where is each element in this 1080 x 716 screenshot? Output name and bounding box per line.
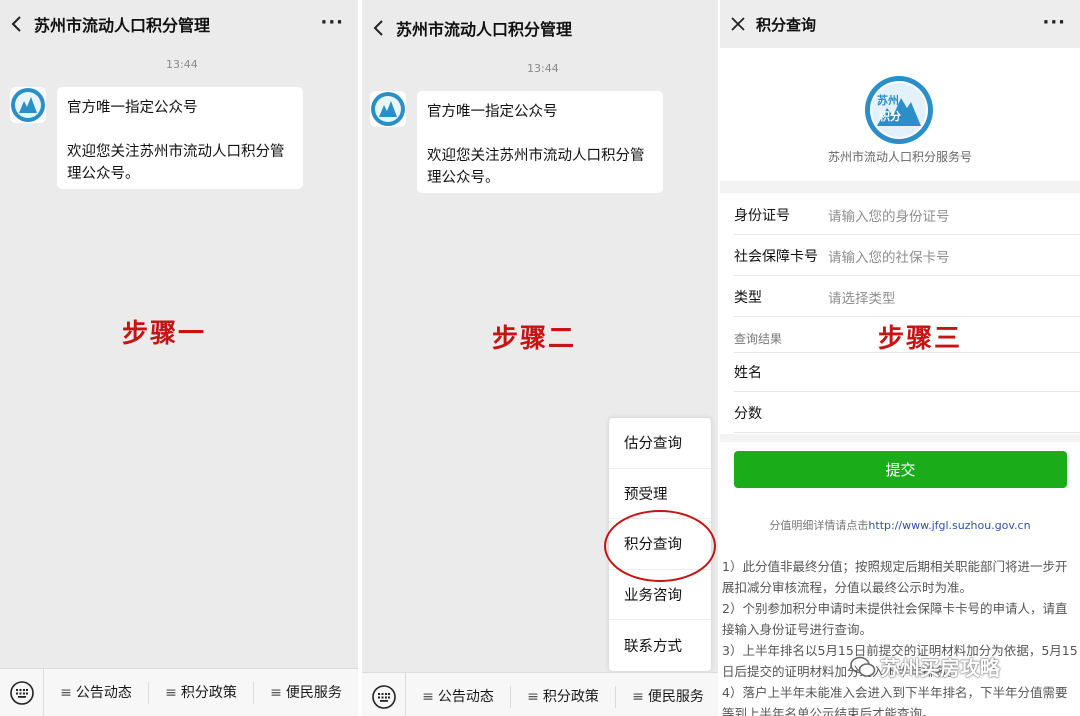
top-bar: 苏州市流动人口积分管理 [362,4,720,52]
menu-public-services[interactable]: ≡ 便民服务 [254,682,358,704]
account-logo-icon [11,88,45,122]
type-label: 类型 [734,289,762,306]
more-button[interactable]: ··· [320,12,344,33]
message-timestamp: 13:44 [166,58,198,71]
chevron-left-icon [11,16,21,32]
step-label: 步骤二 [492,324,577,354]
message-line-2a: 欢迎您关注苏州市流动人口积分管 [427,148,645,164]
note-item: 4）落户上半年未能准入会进入到下半年排名，下半年分值需要等到上半年名单公示结束后… [722,685,1068,716]
close-button[interactable] [720,0,756,48]
message-line-2a: 欢迎您关注苏州市流动人口积分管 [67,144,285,160]
menu-lines-icon: ≡ [527,688,539,705]
welcome-message-bubble: 官方唯一指定公众号 欢迎您关注苏州市流动人口积分管 理公众号。 [417,91,663,193]
name-label: 姓名 [734,365,762,381]
submenu-item-pre-accept[interactable]: 预受理 [609,469,711,519]
id-number-row: 身份证号 请输入您的身份证号 [734,195,1080,235]
more-button[interactable]: ··· [1042,12,1066,33]
social-security-label: 社会保障卡号 [734,248,818,265]
close-icon [731,17,745,31]
submit-button[interactable]: 提交 [734,451,1067,488]
menu-points-policy[interactable]: ≡ 积分政策 [149,681,254,704]
result-section-label: 查询结果 [734,332,783,346]
score-label: 分数 [734,405,762,422]
submenu-item-points-query[interactable]: 积分查询 [609,519,711,570]
id-number-label: 身份证号 [734,207,790,224]
account-title: 苏州市流动人口积分管理 [396,20,573,39]
menu-lines-icon: ≡ [422,688,434,705]
watermark: 苏州买房攻略 [850,652,1000,681]
message-line-2b: 理公众号。 [67,166,140,182]
watermark-text: 苏州买房攻略 [880,656,1000,680]
detail-link[interactable]: http://www.jfgl.suzhou.gov.cn [868,519,1030,532]
page-title: 积分查询 [756,15,817,34]
panel-step-three: 积分查询 ··· 苏州 积分 苏州市流动人口积分服务号 身份证号 请输入您的身份… [720,0,1080,716]
logo-text-top: 苏州 [877,93,899,107]
name-row: 姓名 [734,352,1080,392]
submenu-item-estimate[interactable]: 估分查询 [609,418,711,469]
account-title: 苏州市流动人口积分管理 [34,16,211,35]
chevron-left-icon [373,20,383,36]
submenu-popup: 估分查询 预受理 积分查询 业务咨询 联系方式 [609,418,711,671]
top-bar: 苏州市流动人口积分管理 ··· [0,0,358,48]
back-button[interactable] [0,0,34,48]
id-number-input[interactable]: 请输入您的身份证号 [828,205,950,225]
step-label: 步骤一 [122,319,207,349]
menu-lines-icon: ≡ [165,684,177,701]
section-separator [720,434,1080,442]
service-logo-icon: 苏州 积分 [865,76,933,144]
account-logo-icon [371,92,405,126]
message-line-2b: 理公众号。 [427,170,500,186]
menu-announcements[interactable]: ≡ 公告动态 [406,685,511,708]
bottom-menu-bar: ≡ 公告动态 ≡ 积分政策 ≡ 便民服务 [0,668,358,716]
type-row: 类型 请选择类型 [734,277,1080,317]
bottom-menu: ≡ 公告动态 ≡ 积分政策 ≡ 便民服务 [406,685,720,708]
type-select[interactable]: 请选择类型 [828,287,896,307]
message-timestamp: 13:44 [527,62,559,75]
menu-public-services[interactable]: ≡ 便民服务 [616,686,720,708]
note-item: 2）个别参加积分申请时未提供社会保障卡卡号的申请人，请直接输入身份证号进行查询。 [722,601,1068,637]
wechat-logo-icon [850,656,876,677]
submenu-item-contact[interactable]: 联系方式 [609,620,711,671]
detail-hint: 分值明细详情请点击http://www.jfgl.suzhou.gov.cn [769,519,1031,532]
keyboard-toggle-button[interactable] [0,668,44,716]
bottom-menu: ≡ 公告动态 ≡ 积分政策 ≡ 便民服务 [44,681,358,704]
menu-lines-icon: ≡ [632,688,644,705]
service-name: 苏州市流动人口积分服务号 [827,150,972,164]
panel-divider [718,0,720,716]
notes-list: 1）此分值非最终分值；按照规定后期相关职能部门将进一步开展扣减分审核流程，分值以… [720,556,1080,716]
bottom-menu-bar: ≡ 公告动态 ≡ 积分政策 ≡ 便民服务 [362,672,720,716]
back-button[interactable] [362,4,396,52]
panel-step-two: 苏州市流动人口积分管理 13:44 官方唯一指定公众号 欢迎您关注苏州市流动人口… [362,0,720,716]
menu-lines-icon: ≡ [270,684,282,701]
step-label: 步骤三 [878,324,963,354]
avatar[interactable] [10,87,46,123]
keyboard-toggle-button[interactable] [362,672,406,716]
welcome-message-bubble: 官方唯一指定公众号 欢迎您关注苏州市流动人口积分管 理公众号。 [57,87,303,189]
menu-announcements[interactable]: ≡ 公告动态 [44,681,149,704]
keyboard-icon [9,680,34,705]
menu-points-policy[interactable]: ≡ 积分政策 [511,685,616,708]
avatar[interactable] [370,91,406,127]
menu-lines-icon: ≡ [60,684,72,701]
keyboard-icon [371,684,396,709]
message-line-1: 官方唯一指定公众号 [67,100,198,116]
top-bar: 积分查询 ··· [720,0,1080,48]
social-security-input[interactable]: 请输入您的社保卡号 [828,246,950,266]
panel-step-one: 苏州市流动人口积分管理 ··· 13:44 官方唯一指定公众号 欢迎您关注苏州市… [0,0,358,716]
submenu-item-consult[interactable]: 业务咨询 [609,570,711,620]
social-security-row: 社会保障卡号 请输入您的社保卡号 [734,236,1080,276]
score-row: 分数 [734,393,1080,433]
logo-text-bottom: 积分 [879,109,901,123]
screenshot-composite: 苏州市流动人口积分管理 ··· 13:44 官方唯一指定公众号 欢迎您关注苏州市… [0,0,1080,716]
section-separator [720,181,1080,193]
message-line-1: 官方唯一指定公众号 [427,104,558,120]
note-item: 1）此分值非最终分值；按照规定后期相关职能部门将进一步开展扣减分审核流程，分值以… [722,559,1068,595]
